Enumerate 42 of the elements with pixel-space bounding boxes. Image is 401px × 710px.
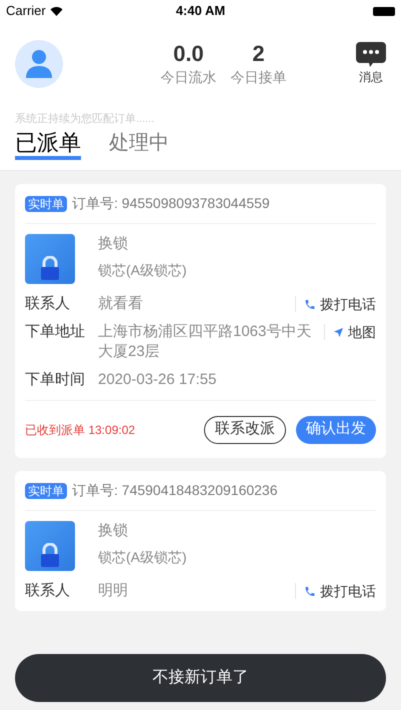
order-tag: 实时单 — [25, 196, 67, 212]
carrier-label: Carrier — [6, 2, 46, 20]
field-label: 联系人 — [25, 581, 71, 601]
service-name: 换锁 — [98, 234, 129, 254]
action-link[interactable]: 拨打电话 — [320, 581, 376, 601]
navigation-arrow-icon — [333, 326, 344, 338]
message-label: 消息 — [359, 69, 383, 86]
phone-icon — [304, 584, 316, 598]
stat-value: 0.0 — [173, 40, 204, 66]
order-number: 订单号: 74590418483209160236 — [72, 481, 278, 500]
service-name: 换锁 — [98, 521, 129, 541]
service-item: 锁芯(A级锁芯) — [98, 261, 187, 280]
field-value: 就看看 — [98, 294, 144, 314]
avatar[interactable] — [15, 40, 63, 88]
field-label: 联系人 — [25, 294, 71, 314]
status-time: 4:40 AM — [176, 2, 226, 20]
service-item: 锁芯(A级锁芯) — [98, 548, 187, 567]
stat-value: 2 — [252, 40, 265, 66]
tab[interactable]: 已派单 — [15, 130, 81, 160]
field-label: 下单时间 — [25, 370, 86, 390]
action-link[interactable]: 拨打电话 — [320, 294, 376, 314]
reassign-button[interactable]: 联系改派 — [204, 416, 286, 444]
person-icon — [25, 49, 53, 79]
dispatch-status: 已收到派单 13:09:02 — [25, 422, 136, 438]
tab[interactable]: 处理中 — [109, 130, 169, 160]
wifi-icon — [50, 6, 63, 16]
phone-icon — [304, 298, 316, 310]
order-tag: 实时单 — [25, 482, 67, 498]
field-value: 明明 — [98, 581, 129, 601]
padlock-icon — [39, 256, 61, 280]
order-number: 订单号: 9455098093783044559 — [72, 194, 270, 213]
field-value: 上海市杨浦区四平路1063号中天大厦23层 — [98, 322, 312, 362]
field-value: 2020-03-26 17:55 — [98, 370, 218, 390]
confirm-button[interactable]: 确认出发 — [296, 416, 376, 444]
battery-icon — [373, 6, 395, 16]
stop-orders-button[interactable]: 不接新订单了 — [15, 654, 386, 702]
stat-label: 今日流水 — [160, 68, 216, 86]
message-icon[interactable] — [356, 42, 386, 68]
field-label: 下单地址 — [25, 322, 86, 342]
padlock-icon — [39, 543, 61, 567]
stat-label: 今日接单 — [230, 68, 286, 86]
action-link[interactable]: 地图 — [348, 322, 376, 342]
